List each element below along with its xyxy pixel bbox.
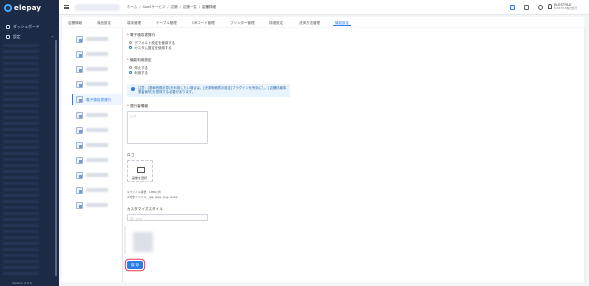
feature-icon[interactable] — [76, 157, 83, 164]
help-icon[interactable] — [538, 5, 543, 10]
feature-icon[interactable] — [76, 51, 83, 58]
image-icon — [137, 167, 145, 173]
receipt-section-title: * 電子領収書発行 — [127, 33, 156, 37]
file-format-hint: ※対象ファイル：jpg, jpeg, png, webp — [127, 195, 178, 199]
user-company: ELESTYLE株式会社 — [554, 7, 577, 10]
version-text: Version 2.0.0 — [12, 281, 32, 285]
qr-icon[interactable] — [510, 5, 515, 10]
tab-payment-methods[interactable]: 決済方法管理 — [299, 19, 320, 26]
logo-text: elepay — [14, 4, 42, 12]
content-scrollbar[interactable] — [584, 28, 586, 282]
breadcrumb-saas[interactable]: SaaSサービス — [143, 5, 166, 10]
file-size-hint: ※ファイル容量：1MB以内 — [127, 190, 161, 194]
topbar: ホーム / SaaSサービス / 店舗 / 店舗一覧 / 店舗詳細 ELESTYLE E… — [59, 0, 589, 15]
tab-bar: 店舗情報 商品設定 端末管理 テーブル管理 QRコード管理 プリンター管理 詳細… — [62, 17, 584, 27]
gear-icon — [6, 35, 10, 39]
receipt-icon — [76, 96, 83, 103]
breadcrumb-home[interactable]: ホーム — [127, 5, 137, 10]
feature-label-redacted[interactable] — [86, 67, 108, 71]
radio-dot — [129, 65, 133, 70]
feature-label-redacted[interactable] — [86, 113, 108, 117]
chevron-up-icon[interactable]: ⌃ — [51, 35, 54, 40]
user-menu[interactable]: ELESTYLE ELESTYLE株式会社 — [548, 3, 577, 10]
css-section-title: カスタマイズスタイル — [127, 207, 163, 211]
tab-table[interactable]: テーブル管理 — [156, 19, 177, 26]
tab-product-settings[interactable]: 商品設定 — [97, 19, 111, 26]
menu-toggle-icon[interactable] — [64, 5, 69, 9]
sidebar-menu-redacted — [3, 44, 39, 276]
sidebar-item-label: 設定 — [13, 34, 21, 39]
feature-icon[interactable] — [76, 81, 83, 88]
feature-item-selected[interactable]: 電子領収書発行 — [72, 94, 122, 105]
breadcrumb-current: 店舗詳細 — [201, 5, 216, 9]
feature-label-selected: 電子領収書発行 — [86, 97, 112, 102]
issuer-section-title: * 発行者情報 — [127, 104, 148, 108]
feature-icon[interactable] — [76, 172, 83, 179]
breadcrumb: ホーム / SaaSサービス / 店舗 / 店舗一覧 / 店舗詳細 — [127, 5, 216, 10]
feature-icon[interactable] — [76, 127, 83, 134]
info-alert: 注意：[基幹税務計算]を利用したい場合は、[決済明細表示設定]プラグインを有効に… — [127, 84, 290, 97]
feature-label-redacted[interactable] — [86, 143, 108, 147]
dashboard-icon — [6, 25, 10, 29]
radio-enable[interactable]: 利用する — [129, 70, 148, 75]
logo-section-title: ロゴ — [127, 153, 135, 157]
upload-label: 画像を選択 — [132, 176, 148, 180]
feature-icon[interactable] — [76, 36, 83, 43]
logo-mark-icon — [4, 4, 12, 12]
tab-qr-code[interactable]: QRコード管理 — [192, 19, 215, 26]
top-icons — [510, 5, 543, 10]
user-switch-icon[interactable] — [524, 5, 529, 10]
feature-label-redacted[interactable] — [86, 188, 108, 192]
sidebar-item-dashboard[interactable]: ダッシュボード — [6, 24, 40, 30]
feature-icon[interactable] — [76, 112, 83, 119]
feature-label-redacted[interactable] — [86, 52, 108, 56]
tab-printer[interactable]: プリンター管理 — [230, 19, 255, 26]
info-icon — [131, 87, 135, 91]
radio-dot — [129, 40, 133, 45]
preview-redacted — [133, 232, 153, 252]
tab-feature-settings[interactable]: 機能設定 — [333, 19, 351, 26]
tab-terminal[interactable]: 端末管理 — [127, 19, 141, 26]
feature-icon[interactable] — [76, 142, 83, 149]
user-icon — [548, 4, 552, 9]
divider — [122, 28, 123, 282]
app-logo[interactable]: elepay — [4, 3, 41, 13]
usage-section-title: * 機能利用設定 — [127, 58, 152, 62]
radio-custom-settings[interactable]: カスタム設定を使用する — [129, 45, 172, 50]
sidebar: elepay ダッシュボード 設定 ⌃ Version 2.0.0 — [0, 0, 59, 286]
custom-style-input[interactable]: 例：CSS — [127, 214, 208, 221]
feature-label-redacted[interactable] — [86, 203, 108, 207]
store-selector-redacted[interactable] — [75, 4, 120, 11]
tab-store-info[interactable]: 店舗情報 — [68, 19, 82, 26]
sidebar-item-settings[interactable]: 設定 — [6, 34, 21, 40]
save-button[interactable]: 保 存 — [127, 261, 143, 269]
feature-label-redacted[interactable] — [86, 37, 108, 41]
sidebar-item-label: ダッシュボード — [13, 24, 40, 29]
feature-label-redacted[interactable] — [86, 128, 108, 132]
radio-dot — [129, 70, 133, 75]
feature-icon[interactable] — [76, 187, 83, 194]
feature-label-redacted[interactable] — [86, 82, 108, 86]
preview-border — [124, 226, 126, 254]
logo-upload-button[interactable]: 画像を選択 — [127, 160, 153, 182]
feature-label-redacted[interactable] — [86, 158, 108, 162]
feature-icon[interactable] — [76, 202, 83, 209]
sidebar-scrollbar[interactable] — [55, 40, 57, 276]
tab-advanced[interactable]: 詳細設定 — [269, 19, 283, 26]
breadcrumb-store-list[interactable]: 店舗一覧 — [183, 5, 197, 10]
issuer-textarea[interactable]: 入力 — [127, 111, 208, 144]
feature-icon[interactable] — [76, 66, 83, 73]
radio-dot — [129, 45, 133, 50]
breadcrumb-store[interactable]: 店舗 — [171, 5, 178, 10]
info-text: 注意：[基幹税務計算]を利用したい場合は、[決済明細表示設定]プラグインを有効に… — [138, 86, 287, 95]
feature-label-redacted[interactable] — [86, 173, 108, 177]
